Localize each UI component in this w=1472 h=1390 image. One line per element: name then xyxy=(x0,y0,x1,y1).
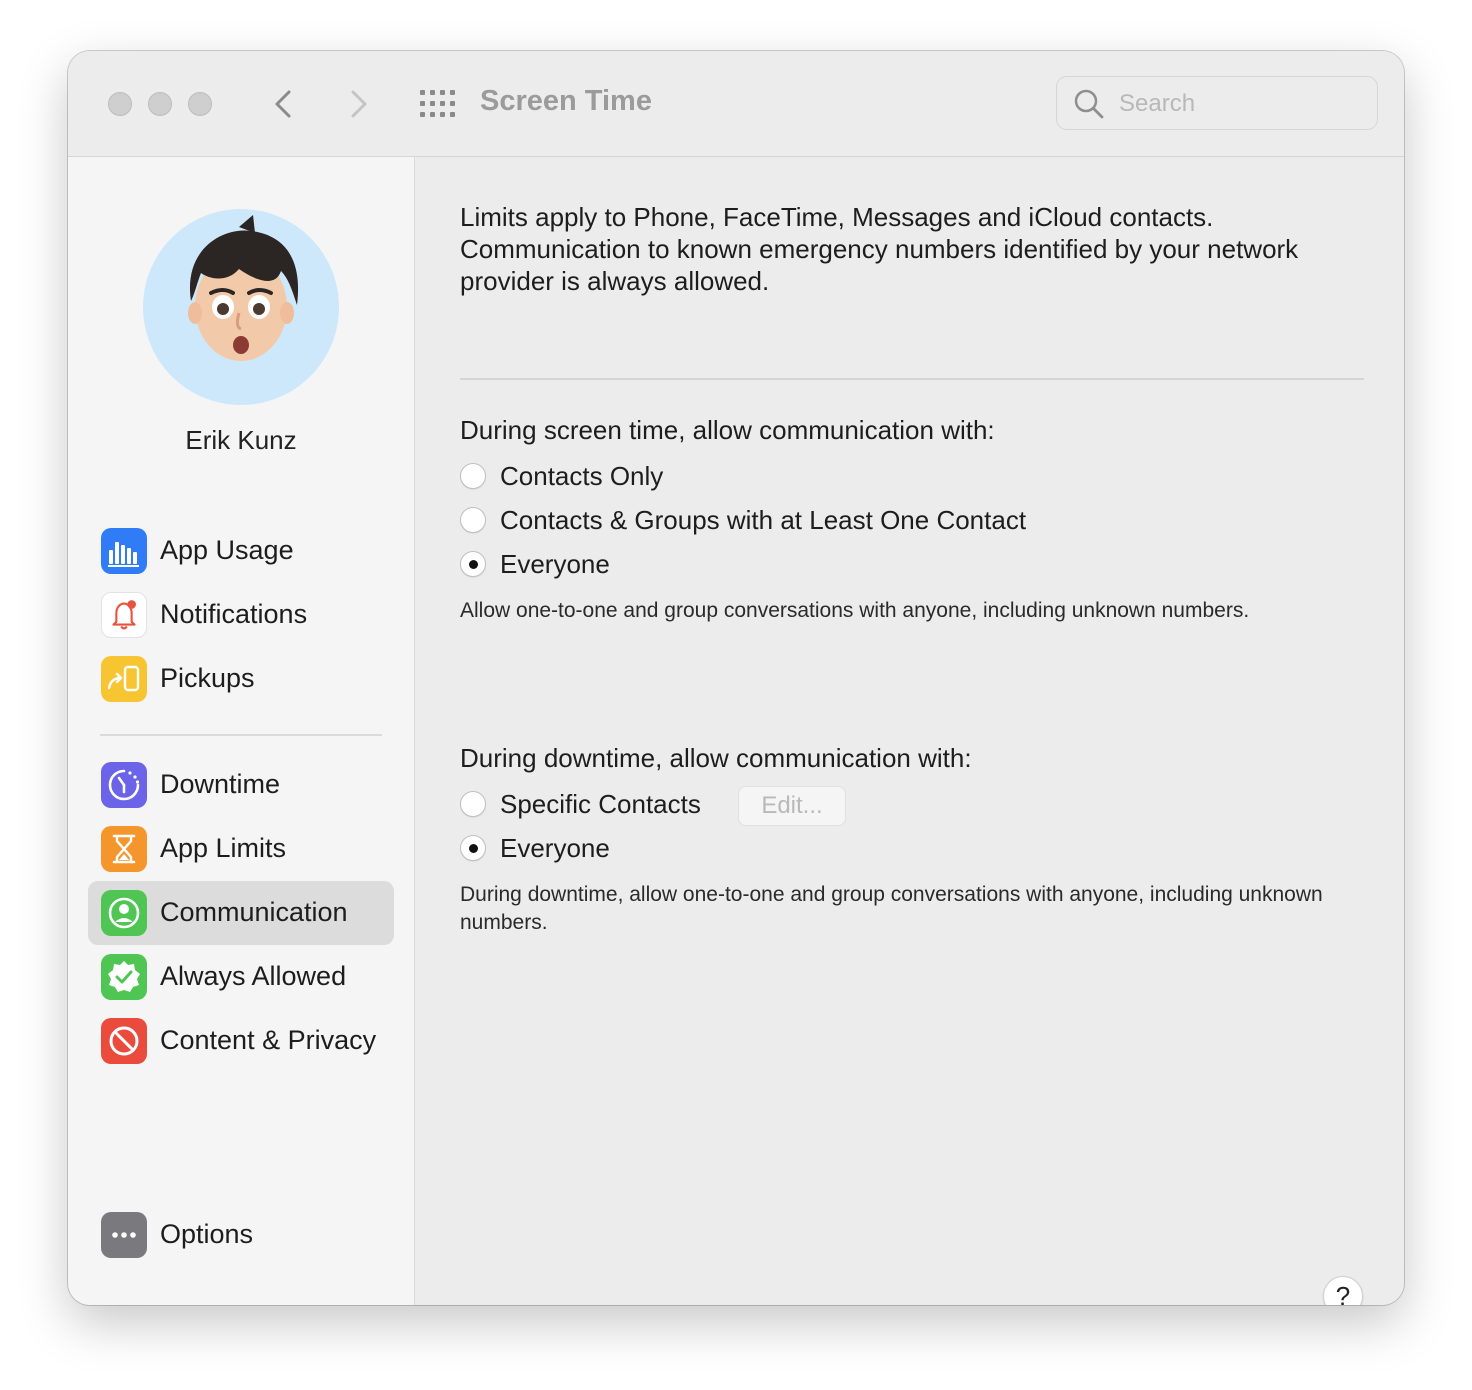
chevron-left-icon xyxy=(275,90,291,118)
zoom-window-button[interactable] xyxy=(188,92,212,116)
close-window-button[interactable] xyxy=(108,92,132,116)
sidebar-item-label: App Usage xyxy=(160,535,294,565)
user-avatar[interactable] xyxy=(143,209,339,405)
system-preferences-window: Screen Time Search Erik Kunz App Usage N… xyxy=(68,51,1404,1305)
chevron-right-icon xyxy=(351,90,367,118)
memoji-avatar-icon xyxy=(188,215,299,361)
sidebar-item-label: Always Allowed xyxy=(160,961,347,991)
downtime-heading: During downtime, allow communication wit… xyxy=(460,743,972,773)
sidebar-item-content-privacy[interactable]: Content & Privacy xyxy=(88,1009,394,1073)
downtime-note: During downtime, allow one-to-one and gr… xyxy=(460,883,1323,934)
window-title: Screen Time xyxy=(480,85,652,117)
notifications-bell-icon xyxy=(101,592,147,638)
show-all-button[interactable] xyxy=(418,89,458,119)
checkmark-seal-icon xyxy=(101,954,147,1000)
sidebar-item-label: Communication xyxy=(160,897,348,927)
radio-label: Contacts & Groups with at Least One Cont… xyxy=(500,505,1027,535)
sidebar-item-app-limits[interactable]: App Limits xyxy=(88,817,394,881)
search-icon xyxy=(1074,89,1104,119)
options-button[interactable]: Options xyxy=(88,1203,394,1267)
options-label: Options xyxy=(160,1219,254,1249)
downtime-icon xyxy=(101,762,147,808)
radio-button[interactable] xyxy=(460,463,486,489)
back-button[interactable] xyxy=(264,84,304,124)
search-field[interactable] xyxy=(1056,76,1378,130)
sidebar-item-pickups[interactable]: Pickups xyxy=(88,647,394,711)
minimize-window-button[interactable] xyxy=(148,92,172,116)
sidebar-divider xyxy=(100,734,382,736)
radio-button[interactable] xyxy=(460,507,486,533)
sidebar-item-label: Pickups xyxy=(160,663,255,693)
grid-icon xyxy=(420,90,455,117)
title-bar: Screen Time xyxy=(68,51,1404,157)
communication-pane: Limits apply to Phone, FaceTime, Message… xyxy=(415,157,1404,1305)
screen-time-heading: During screen time, allow communication … xyxy=(460,415,995,445)
communication-person-icon xyxy=(101,890,147,936)
help-button[interactable]: ? xyxy=(1323,1276,1363,1305)
sidebar-item-communication[interactable]: Communication xyxy=(88,881,394,945)
intro-text: Limits apply to Phone, FaceTime, Message… xyxy=(460,202,1299,296)
user-name: Erik Kunz xyxy=(185,425,297,455)
sidebar-item-label: Downtime xyxy=(160,769,281,799)
search-input[interactable] xyxy=(1117,87,1361,121)
sidebar-item-always-allowed[interactable]: Always Allowed xyxy=(88,945,394,1009)
radio-button[interactable] xyxy=(460,791,486,817)
sidebar-item-label: App Limits xyxy=(160,833,287,863)
radio-label: Everyone xyxy=(500,549,610,579)
radio-button-selected[interactable] xyxy=(460,835,486,861)
forward-button[interactable] xyxy=(338,84,378,124)
sidebar-item-notifications[interactable]: Notifications xyxy=(88,583,394,647)
radio-button-selected[interactable] xyxy=(460,551,486,577)
radio-label: Everyone xyxy=(500,833,610,863)
app-usage-icon xyxy=(101,528,147,574)
radio-label: Specific Contacts xyxy=(500,789,701,819)
sidebar: Erik Kunz App Usage Notifications Pickup… xyxy=(68,157,415,1305)
screen-time-note: Allow one-to-one and group conversations… xyxy=(460,599,1250,622)
radio-label: Contacts Only xyxy=(500,461,664,491)
hourglass-icon xyxy=(101,826,147,872)
edit-contacts-button[interactable]: Edit... xyxy=(738,786,846,826)
sidebar-item-label: Content & Privacy xyxy=(160,1025,377,1055)
pickups-icon xyxy=(101,656,147,702)
restricted-icon xyxy=(101,1018,147,1064)
sidebar-item-label: Notifications xyxy=(160,599,308,629)
sidebar-item-app-usage[interactable]: App Usage xyxy=(88,519,394,583)
section-divider xyxy=(460,378,1364,380)
ellipsis-icon xyxy=(101,1212,147,1258)
sidebar-item-downtime[interactable]: Downtime xyxy=(88,753,394,817)
